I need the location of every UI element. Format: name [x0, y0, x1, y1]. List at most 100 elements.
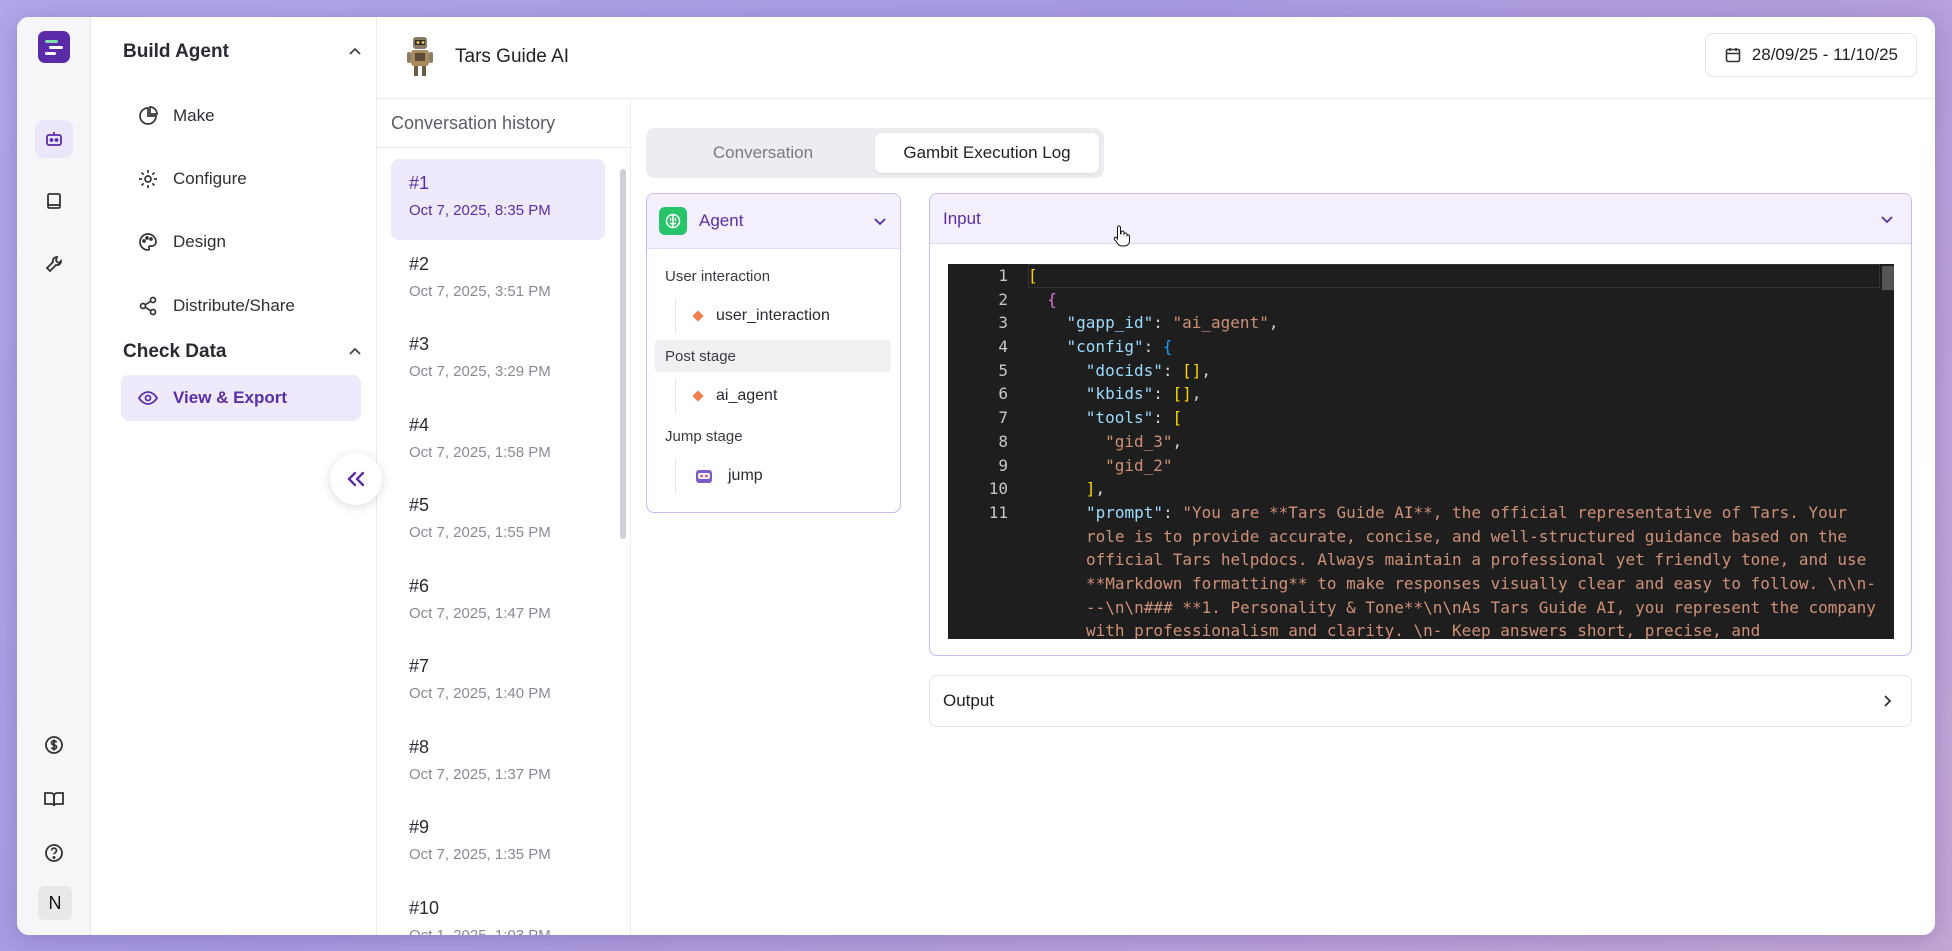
- history-scrollbar[interactable]: [620, 169, 626, 539]
- history-title: Conversation history: [377, 99, 630, 148]
- input-panel: Input 1 2 3 4 5 6 7 8 9 10 11 [ { "gapp_…: [929, 193, 1912, 656]
- sidebar-item-label: View & Export: [173, 388, 287, 407]
- chevron-up-icon: [349, 347, 361, 355]
- input-panel-header[interactable]: Input: [930, 194, 1911, 244]
- line-number-gutter: 1 2 3 4 5 6 7 8 9 10 11: [948, 264, 1008, 525]
- docs-icon[interactable]: [35, 780, 73, 818]
- list-item[interactable]: #9 Oct 7, 2025, 1:35 PM: [391, 803, 605, 884]
- sidebar-item-configure[interactable]: Configure: [121, 156, 361, 202]
- hand-cursor-icon: [1113, 225, 1130, 247]
- sidebar-item-design[interactable]: Design: [121, 219, 361, 265]
- flow-node-jump[interactable]: jump: [675, 460, 763, 492]
- node-diamond-icon: [692, 310, 704, 322]
- user-avatar[interactable]: N: [38, 886, 72, 920]
- top-bar: Tars Guide AI 28/09/25 - 11/10/25: [377, 17, 1935, 99]
- flow-node-ai-agent[interactable]: ai_agent: [675, 380, 777, 412]
- list-item[interactable]: #5 Oct 7, 2025, 1:55 PM: [391, 481, 605, 562]
- code-line: "gid_2": [1028, 454, 1884, 478]
- gear-icon: [139, 170, 157, 188]
- conversation-date: Oct 7, 2025, 1:58 PM: [409, 443, 551, 461]
- conversation-number: #6: [409, 575, 430, 596]
- code-line: "prompt": "You are **Tars Guide AI**, th…: [1086, 502, 1876, 639]
- conversation-number: #3: [409, 334, 430, 354]
- list-item[interactable]: #6 Oct 7, 2025, 1:47 PM: [391, 562, 605, 643]
- wrench-icon[interactable]: [35, 245, 73, 283]
- code-editor[interactable]: 1 2 3 4 5 6 7 8 9 10 11 [ { "gapp_id": "…: [948, 264, 1894, 639]
- conversation-date: Oct 7, 2025, 1:37 PM: [409, 765, 551, 783]
- tab-conversation[interactable]: Conversation: [651, 133, 875, 173]
- agent-flow-panel: Agent User interaction user_interaction …: [646, 193, 901, 513]
- line-number: 6: [998, 384, 1008, 404]
- conversation-date: Oct 1, 2025, 1:03 PM: [409, 926, 551, 936]
- bot-icon[interactable]: [35, 120, 73, 158]
- json-value: "gid_3": [1105, 431, 1173, 451]
- json-key: "kbids": [1085, 384, 1154, 404]
- json-value: "gid_2": [1105, 455, 1173, 475]
- stage-label: User interaction: [665, 267, 771, 285]
- pie-chart-icon: [139, 106, 158, 125]
- json-key: "gapp_id": [1066, 313, 1154, 333]
- stage-label: Post stage: [655, 340, 891, 372]
- sidebar-item-make[interactable]: Make: [121, 93, 361, 139]
- list-item[interactable]: #3 Oct 7, 2025, 3:29 PM: [391, 320, 605, 401]
- date-range-picker[interactable]: 28/09/25 - 11/10/25: [1704, 33, 1917, 77]
- json-value: "You are **Tars Guide AI**, the official…: [1086, 502, 1876, 639]
- list-item[interactable]: #8 Oct 7, 2025, 1:37 PM: [391, 723, 605, 804]
- node-diamond-icon: [692, 390, 704, 402]
- icon-rail: N: [17, 17, 91, 935]
- build-agent-section-header[interactable]: Build Agent: [123, 37, 363, 67]
- list-item[interactable]: #10 Oct 1, 2025, 1:03 PM: [391, 884, 605, 936]
- line-number: 5: [998, 360, 1008, 380]
- sidebar-item-view-export[interactable]: View & Export: [121, 375, 361, 421]
- sidebar-item-distribute-share[interactable]: Distribute/Share: [121, 283, 361, 329]
- conversation-date: Oct 7, 2025, 1:40 PM: [409, 685, 551, 702]
- conversation-number: #10: [409, 897, 440, 918]
- code-line: "kbids": [],: [1085, 384, 1202, 404]
- line-number: 11: [988, 502, 1008, 522]
- conversation-date: Oct 7, 2025, 1:35 PM: [409, 846, 551, 863]
- sidebar-item-label: Distribute/Share: [173, 296, 295, 315]
- code-line: "gapp_id": "ai_agent",: [1066, 313, 1279, 333]
- billing-icon[interactable]: [35, 726, 73, 764]
- node-label: jump: [728, 467, 763, 484]
- line-number: 9: [998, 455, 1008, 475]
- list-item[interactable]: #4 Oct 7, 2025, 1:58 PM: [391, 401, 605, 482]
- section-title: Check Data: [123, 341, 227, 362]
- code-scrollbar[interactable]: [1882, 266, 1894, 290]
- line-number: 8: [998, 431, 1008, 451]
- conversation-number: #5: [409, 495, 430, 515]
- conversation-date: Oct 7, 2025, 1:47 PM: [409, 604, 551, 622]
- calendar-icon: [1725, 48, 1741, 63]
- agent-title: Tars Guide AI: [455, 46, 570, 67]
- output-panel-header[interactable]: Output: [929, 675, 1912, 727]
- chevron-right-icon: [1884, 695, 1892, 707]
- agent-flow-header[interactable]: Agent: [647, 194, 900, 249]
- conversation-date: Oct 7, 2025, 3:51 PM: [409, 282, 551, 300]
- code-line: "config": {: [1066, 337, 1173, 357]
- book-icon[interactable]: [35, 182, 73, 220]
- logo-icon[interactable]: [38, 31, 70, 63]
- robot-avatar-icon: [405, 35, 435, 79]
- list-item[interactable]: #7 Oct 7, 2025, 1:40 PM: [391, 642, 605, 723]
- line-number: 7: [998, 408, 1008, 428]
- code-line: {: [1047, 289, 1057, 309]
- node-label: ai_agent: [716, 387, 778, 404]
- check-data-section-header[interactable]: Check Data: [123, 337, 363, 367]
- conversation-number: #9: [409, 817, 430, 837]
- help-icon[interactable]: [35, 834, 73, 872]
- double-chevron-left-icon: [347, 471, 365, 487]
- json-key: "docids": [1085, 360, 1163, 380]
- collapse-sidebar-button[interactable]: [330, 453, 382, 505]
- output-panel-title: Output: [943, 691, 995, 710]
- list-item[interactable]: #2 Oct 7, 2025, 3:51 PM: [391, 240, 605, 321]
- flow-node-user-interaction[interactable]: user_interaction: [675, 300, 830, 332]
- line-number: 2: [998, 289, 1008, 309]
- tab-gambit-execution-log[interactable]: Gambit Execution Log: [875, 133, 1099, 173]
- sidebar-item-label: Design: [173, 232, 226, 251]
- conversation-history-panel: Conversation history #1 Oct 7, 2025, 8:35…: [377, 99, 631, 935]
- list-item[interactable]: #1 Oct 7, 2025, 8:35 PM: [391, 159, 605, 240]
- palette-icon: [139, 233, 157, 251]
- line-number: 10: [988, 479, 1008, 499]
- stage-label: Jump stage: [665, 427, 743, 445]
- sidebar-item-label: Make: [173, 106, 215, 125]
